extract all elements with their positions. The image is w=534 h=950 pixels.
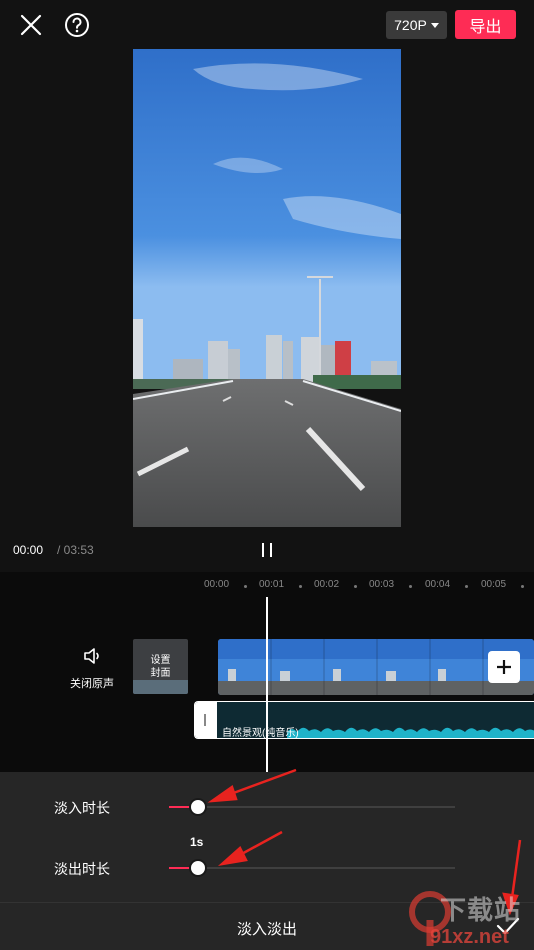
fade-out-track[interactable] (169, 867, 455, 869)
close-icon[interactable] (16, 10, 46, 40)
total-time: / 03:53 (57, 543, 94, 557)
fade-in-row: 淡入时长 (0, 786, 534, 826)
fade-out-value: 1s (190, 835, 204, 849)
fade-in-label: 淡入时长 (54, 800, 110, 816)
tick-label: 00:01 (259, 579, 285, 590)
tick-dot (465, 585, 468, 588)
speaker-icon (84, 648, 99, 664)
audio-clip[interactable]: 自然景观(纯音乐) (194, 701, 534, 739)
caret-down-icon (430, 22, 439, 28)
mute-original-button[interactable]: 关闭原声 (60, 647, 124, 692)
set-cover-button[interactable]: 设置 封面 (133, 639, 188, 694)
mute-label: 关闭原声 (70, 678, 114, 690)
tick-dot (521, 585, 524, 588)
tick-label: 00:03 (369, 579, 395, 590)
tick-label: 00:05 (481, 579, 507, 590)
help-icon[interactable] (62, 10, 92, 40)
time-ruler: 00:00 00:01 00:02 00:03 00:04 00:05 (0, 575, 534, 595)
audio-label: 自然景观(纯音乐) (222, 728, 299, 739)
playback-bar: 00:00 / 03:53 (0, 540, 534, 562)
plus-icon[interactable] (488, 651, 520, 683)
top-bar: 720P 导出 (0, 0, 534, 50)
playhead[interactable] (266, 597, 268, 772)
fade-out-row: 淡出时长 1s (0, 835, 534, 887)
timeline[interactable]: 00:00 00:01 00:02 00:03 00:04 00:05 关闭原声… (0, 572, 534, 772)
tick-label: 00:02 (314, 579, 340, 590)
pause-icon[interactable] (259, 541, 275, 559)
fade-in-slider-knob[interactable] (189, 798, 207, 816)
tick-dot (354, 585, 357, 588)
export-button[interactable]: 导出 (455, 10, 516, 39)
fade-in-track[interactable] (169, 806, 455, 808)
resolution-dropdown[interactable]: 720P (386, 11, 447, 39)
tick-dot (299, 585, 302, 588)
cover-thumbnail (133, 680, 188, 694)
cover-label-line2: 封面 (150, 667, 171, 679)
video-preview[interactable] (133, 49, 401, 527)
tick-dot (409, 585, 412, 588)
fade-out-slider-knob[interactable] (189, 859, 207, 877)
cover-label-line1: 设置 (150, 654, 171, 666)
tick-label: 00:00 (204, 579, 230, 590)
fade-out-label: 淡出时长 (54, 861, 110, 877)
resolution-label: 720P (394, 17, 427, 33)
watermark-top-text: 下载站 (440, 895, 522, 925)
tick-label: 00:04 (425, 579, 451, 590)
tick-dot (244, 585, 247, 588)
current-time: 00:00 (13, 543, 44, 557)
watermark-bottom-text: 91xz.net (430, 926, 509, 948)
audio-clip-handle[interactable] (195, 702, 217, 738)
